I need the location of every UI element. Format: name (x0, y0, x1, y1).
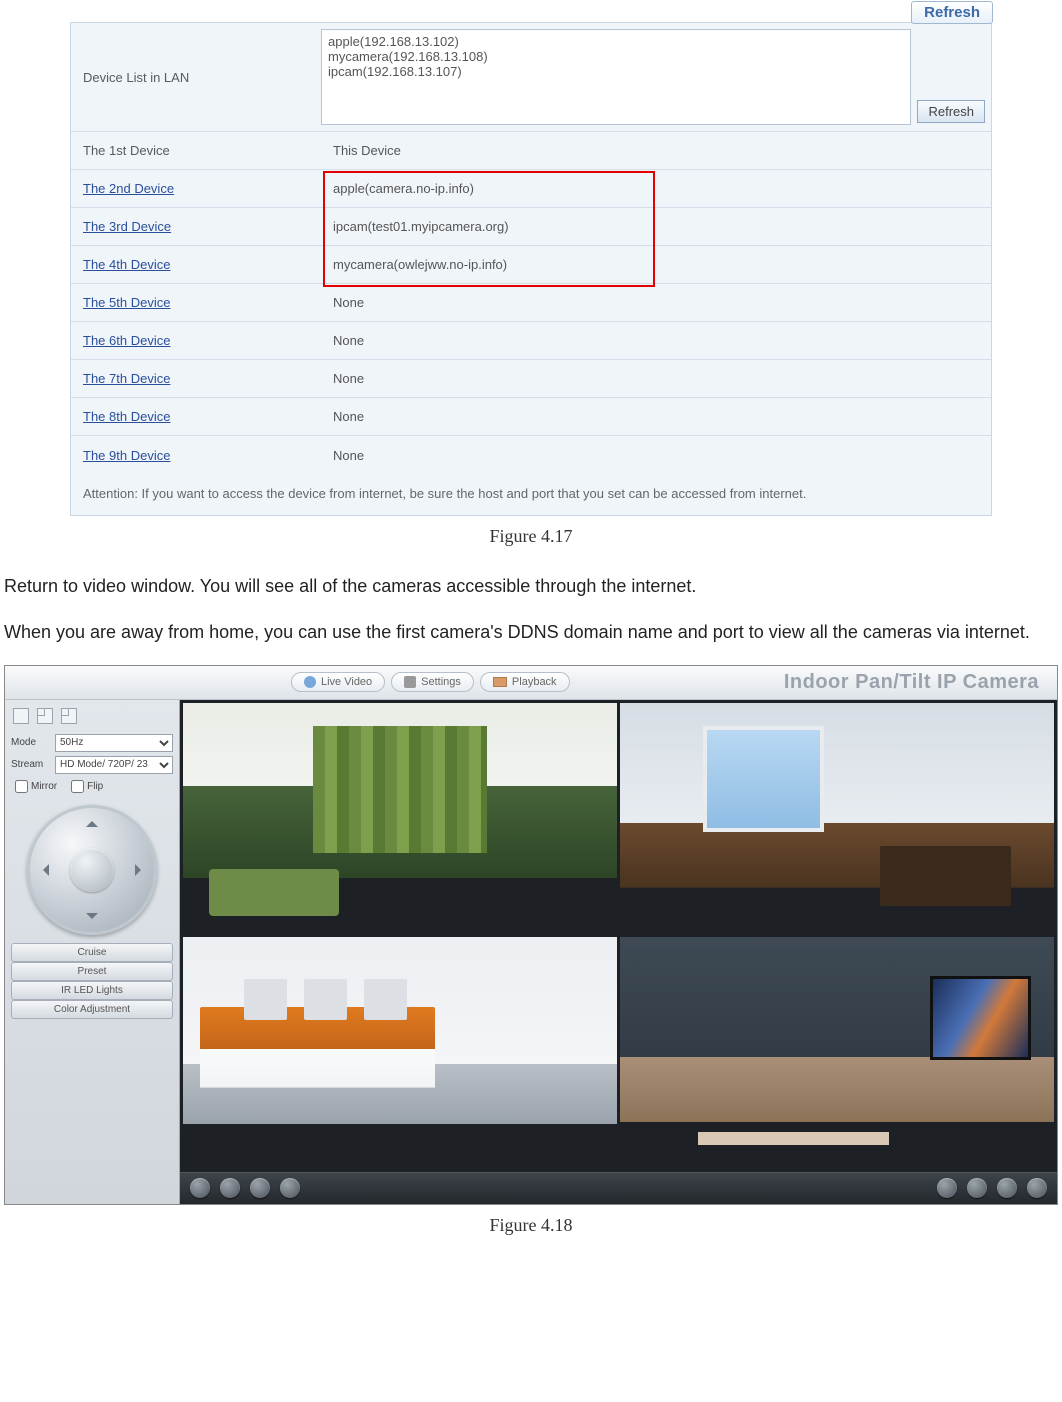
flip-checkbox[interactable]: Flip (71, 780, 103, 793)
toolbar-btn-7[interactable] (997, 1178, 1017, 1198)
device-row-label: The 5th Device (71, 284, 321, 321)
nav-playback[interactable]: Playback (480, 672, 570, 692)
gear-icon (404, 676, 416, 688)
device-row-value: None (321, 436, 991, 474)
toolbar-btn-4[interactable] (280, 1178, 300, 1198)
camera-grid (180, 700, 1057, 1172)
toolbar-btn-1[interactable] (190, 1178, 210, 1198)
ptz-up-icon[interactable] (86, 815, 98, 827)
device-row-value: mycamera(owlejww.no-ip.info) (321, 246, 991, 283)
stream-row: Stream HD Mode/ 720P/ 23 (11, 756, 173, 774)
mirror-checkbox[interactable]: Mirror (15, 780, 57, 793)
viewer-bottom-bar (180, 1172, 1057, 1204)
figure-caption-418: Figure 4.18 (0, 1215, 1062, 1236)
device-link[interactable]: The 8th Device (83, 409, 170, 424)
toolbar-btn-2[interactable] (220, 1178, 240, 1198)
toolbar-btn-8[interactable] (1027, 1178, 1047, 1198)
device-row: The 6th Device None (71, 322, 991, 360)
device-link[interactable]: The 3rd Device (83, 219, 171, 234)
device-row: The 8th Device None (71, 398, 991, 436)
device-row: The 2nd Device apple(camera.no-ip.info) (71, 170, 991, 208)
device-row-value: This Device (321, 132, 991, 169)
side-button-color-adjustment[interactable]: Color Adjustment (11, 1000, 173, 1019)
side-panel: Mode 50Hz Stream HD Mode/ 720P/ 23 Mirro… (5, 700, 180, 1204)
layout-9-icon[interactable] (61, 708, 77, 724)
layout-1-icon[interactable] (13, 708, 29, 724)
stream-select[interactable]: HD Mode/ 720P/ 23 (55, 756, 173, 774)
layout-4-icon[interactable] (37, 708, 53, 724)
device-row-label: The 3rd Device (71, 208, 321, 245)
device-row: The 9th Device None (71, 436, 991, 474)
device-link[interactable]: The 4th Device (83, 257, 170, 272)
stream-label: Stream (11, 759, 49, 770)
figure-caption-417: Figure 4.17 (0, 526, 1062, 547)
camera-icon (304, 676, 316, 688)
camera-feed-4[interactable] (620, 937, 1054, 1169)
side-button-ir-led-lights[interactable]: IR LED Lights (11, 981, 173, 1000)
ptz-right-icon[interactable] (135, 864, 147, 876)
ptz-control[interactable] (27, 805, 157, 935)
toolbar-btn-5[interactable] (937, 1178, 957, 1198)
device-row-label: The 8th Device (71, 398, 321, 435)
device-row-label: The 9th Device (71, 436, 321, 474)
device-row-label: The 2nd Device (71, 170, 321, 207)
toolbar-btn-6[interactable] (967, 1178, 987, 1198)
mode-select[interactable]: 50Hz (55, 734, 173, 752)
film-icon (493, 677, 507, 687)
device-link[interactable]: The 2nd Device (83, 181, 174, 196)
device-row: The 7th Device None (71, 360, 991, 398)
device-row-label: The 6th Device (71, 322, 321, 359)
nav-live-video[interactable]: Live Video (291, 672, 385, 692)
device-row: The 5th Device None (71, 284, 991, 322)
device-link[interactable]: The 6th Device (83, 333, 170, 348)
device-row: The 1st DeviceThis Device (71, 132, 991, 170)
camera-feed-1[interactable] (183, 703, 617, 935)
device-row-value: None (321, 360, 991, 397)
lan-device-listbox[interactable]: apple(192.168.13.102) mycamera(192.168.1… (321, 29, 911, 125)
device-row-label: The 1st Device (71, 132, 321, 169)
toolbar-btn-3[interactable] (250, 1178, 270, 1198)
device-row-value: None (321, 398, 991, 435)
device-row: The 4th Device mycamera(owlejww.no-ip.inf… (71, 246, 991, 284)
nav-live-video-label: Live Video (321, 676, 372, 688)
viewer-topbar: Live Video Settings Playback Indoor Pan/… (5, 666, 1057, 700)
device-link[interactable]: The 7th Device (83, 371, 170, 386)
device-row-value: None (321, 322, 991, 359)
nav-settings-label: Settings (421, 676, 461, 688)
device-link[interactable]: The 9th Device (83, 448, 170, 463)
device-row-label: The 4th Device (71, 246, 321, 283)
lan-list-label: Device List in LAN (71, 23, 321, 131)
device-row-value: None (321, 284, 991, 321)
mode-label: Mode (11, 737, 49, 748)
device-row-value: apple(camera.no-ip.info) (321, 170, 991, 207)
side-button-preset[interactable]: Preset (11, 962, 173, 981)
ptz-down-icon[interactable] (86, 913, 98, 925)
device-row-label: The 7th Device (71, 360, 321, 397)
body-paragraph-1: Return to video window. You will see all… (0, 573, 1062, 601)
device-link[interactable]: The 5th Device (83, 295, 170, 310)
viewer-title: Indoor Pan/Tilt IP Camera (784, 671, 1047, 694)
side-button-cruise[interactable]: Cruise (11, 943, 173, 962)
camera-feed-2[interactable] (620, 703, 1054, 935)
device-row: The 3rd Device ipcam(test01.myipcamera.or… (71, 208, 991, 246)
nav-playback-label: Playback (512, 676, 557, 688)
device-settings-panel: Refresh Device List in LAN apple(192.168… (70, 22, 992, 516)
refresh-button-top[interactable]: Refresh (911, 1, 993, 24)
camera-viewer: Live Video Settings Playback Indoor Pan/… (4, 665, 1058, 1205)
layout-icons (11, 706, 173, 730)
mode-row: Mode 50Hz (11, 734, 173, 752)
row-lan-list: Device List in LAN apple(192.168.13.102)… (71, 23, 991, 132)
device-row-value: ipcam(test01.myipcamera.org) (321, 208, 991, 245)
attention-note: Attention: If you want to access the dev… (71, 474, 991, 515)
nav-settings[interactable]: Settings (391, 672, 474, 692)
camera-feed-3[interactable] (183, 937, 617, 1169)
ptz-left-icon[interactable] (37, 864, 49, 876)
body-paragraph-2: When you are away from home, you can use… (0, 619, 1062, 647)
refresh-button-lan[interactable]: Refresh (917, 100, 985, 123)
